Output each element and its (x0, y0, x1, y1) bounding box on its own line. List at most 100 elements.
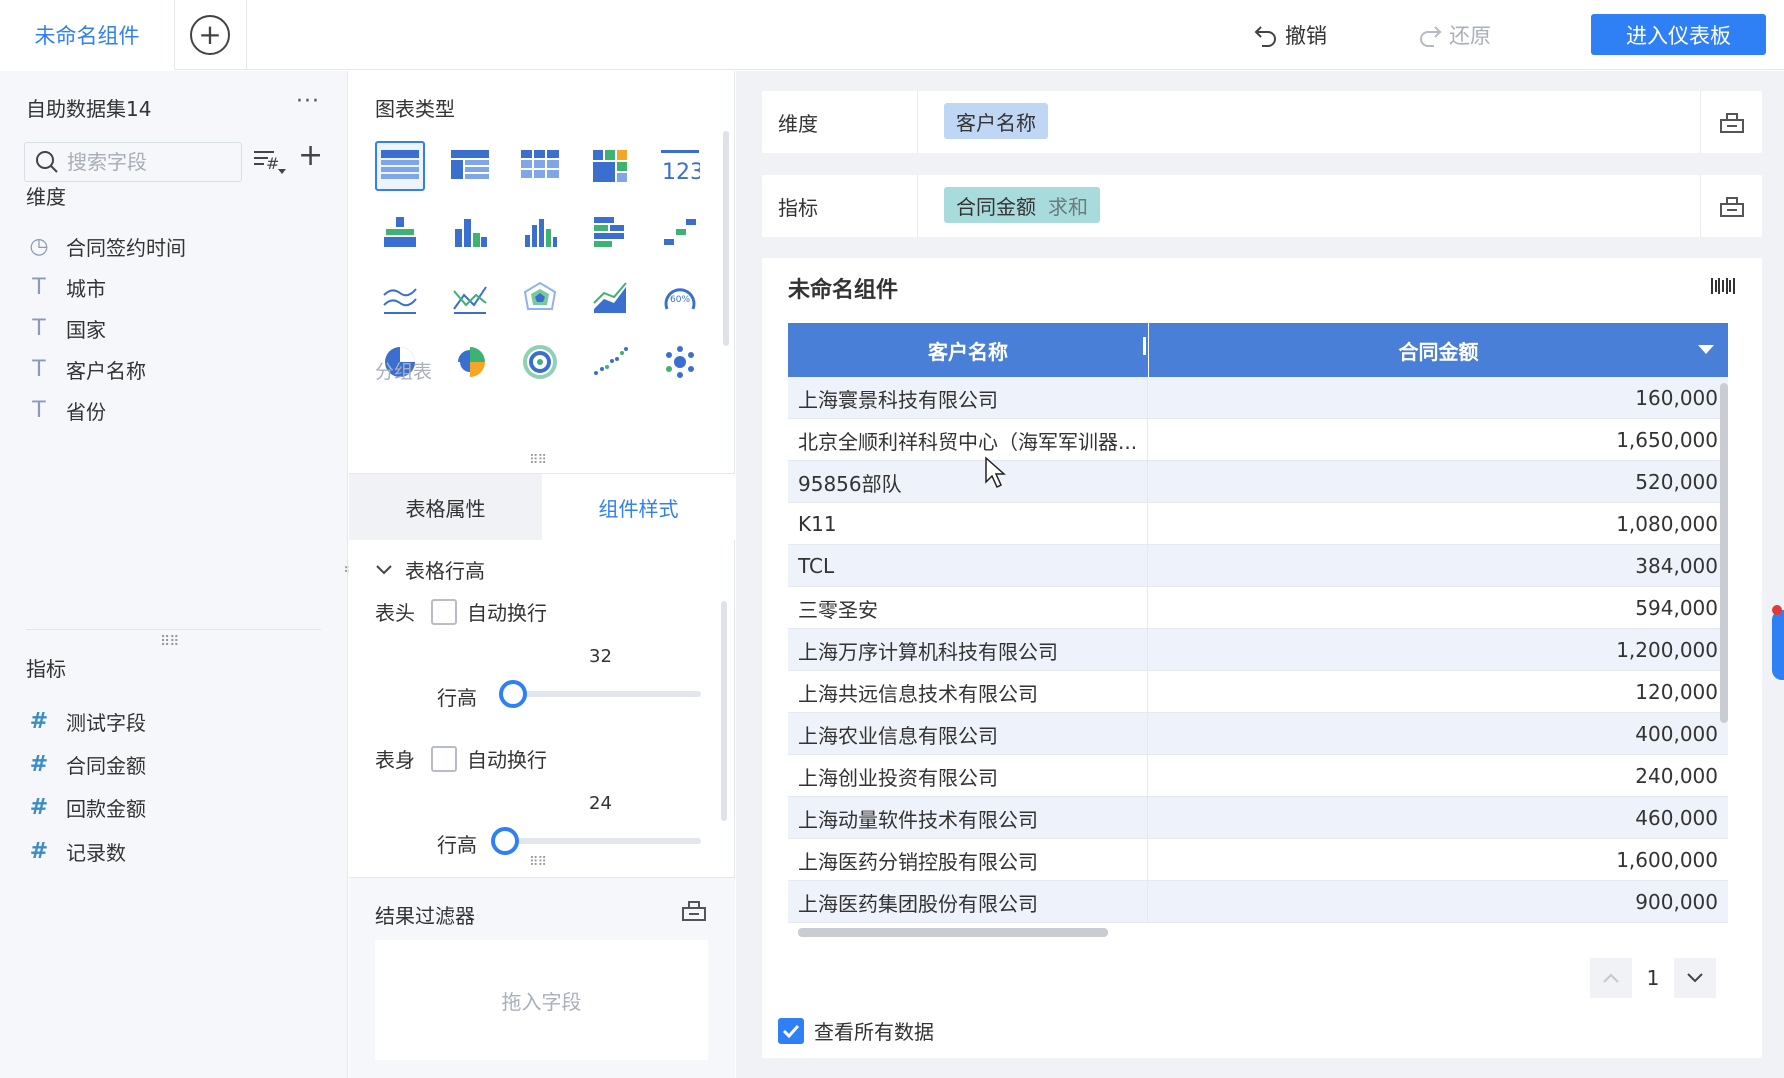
slider-handle[interactable] (491, 827, 519, 855)
undo-button[interactable]: 撤销 (1253, 18, 1327, 52)
table-vertical-scrollbar[interactable] (1720, 383, 1728, 723)
barcode-icon[interactable] (1710, 276, 1736, 300)
kpi-number-chart-icon[interactable]: 123 (655, 141, 705, 191)
slider-handle[interactable] (499, 680, 527, 708)
stacked-bar-chart-icon[interactable] (375, 207, 425, 257)
add-field-icon[interactable]: + (298, 141, 323, 171)
table-row[interactable]: 95856部队 520,000 (788, 461, 1728, 503)
table-row[interactable]: 上海农业信息有限公司 400,000 (788, 713, 1728, 755)
customer-name-cell: 95856部队 (798, 471, 902, 496)
tab-table-properties[interactable]: 表格属性 (349, 474, 542, 540)
resize-handle[interactable]: ⠿⠿ (529, 855, 547, 870)
shelf-settings-icon[interactable] (1700, 91, 1762, 153)
column-divider (1147, 671, 1148, 713)
measure-field[interactable]: # 合同金额 (26, 746, 146, 782)
side-assistant-tab[interactable] (1772, 610, 1784, 680)
resize-handle[interactable]: ⠿⠿ (160, 634, 179, 650)
tab-component-style[interactable]: 组件样式 (542, 474, 735, 540)
style-scrollbar[interactable] (721, 601, 727, 821)
header-row-height-slider[interactable] (501, 691, 701, 697)
next-page-button[interactable] (1674, 958, 1716, 998)
group-table-chart-icon[interactable] (445, 141, 495, 191)
column-resize-icon[interactable] (1143, 337, 1146, 355)
number-type-icon: # (29, 751, 49, 777)
scatter-chart-icon[interactable] (585, 337, 635, 387)
customer-name-cell: 上海医药集团股份有限公司 (798, 891, 1038, 916)
dimension-field[interactable]: T 城市 (26, 269, 106, 305)
header-auto-wrap-row: 表头 自动换行 (375, 597, 547, 626)
gauge-chart-icon[interactable]: 60% (655, 273, 705, 323)
tab-unnamed-component[interactable]: 未命名组件 (0, 0, 175, 70)
dimension-field[interactable]: T 省份 (26, 392, 106, 428)
filter-drop-zone[interactable]: 拖入字段 (375, 940, 708, 1060)
table-row[interactable]: 北京全顺利祥科贸中心（海军军训器... 1,650,000 (788, 419, 1728, 461)
more-icon[interactable]: ··· (296, 89, 320, 114)
table-row[interactable]: 上海医药集团股份有限公司 900,000 (788, 881, 1728, 923)
add-tab-button[interactable]: + (190, 15, 230, 55)
table-row[interactable]: 上海万序计算机科技有限公司 1,200,000 (788, 629, 1728, 671)
row-height-section-header[interactable]: 表格行高 (375, 555, 485, 584)
dimension-field[interactable]: T 国家 (26, 310, 106, 346)
measure-field[interactable]: # 测试字段 (26, 703, 146, 739)
dimension-field[interactable]: T 客户名称 (26, 351, 146, 387)
sort-desc-icon[interactable] (1698, 345, 1714, 354)
table-row[interactable]: TCL 384,000 (788, 545, 1728, 587)
radar-chart-icon[interactable] (515, 273, 565, 323)
column-chart-icon[interactable] (445, 207, 495, 257)
redo-label: 还原 (1449, 24, 1491, 48)
bubble-chart-icon[interactable] (655, 337, 705, 387)
horizontal-bar-chart-icon[interactable] (585, 207, 635, 257)
view-all-checkbox[interactable] (778, 1017, 804, 1044)
table-horizontal-scrollbar[interactable] (798, 928, 1108, 937)
color-table-chart-icon[interactable] (585, 141, 635, 191)
table-row[interactable]: 三零圣安 594,000 (788, 587, 1728, 629)
clock-icon: ◷ (29, 233, 49, 259)
chart-type-scrollbar[interactable] (723, 131, 729, 346)
measure-pill[interactable]: 合同金额 求和 (944, 187, 1100, 223)
cross-table-chart-icon[interactable] (515, 141, 565, 191)
shelf-settings-icon[interactable] (1700, 175, 1762, 237)
column-header-customer[interactable]: 客户名称 (788, 323, 1148, 377)
range-bar-chart-icon[interactable] (655, 207, 705, 257)
table-row[interactable]: 上海寰景科技有限公司 160,000 (788, 377, 1728, 419)
area-chart-icon[interactable] (585, 273, 635, 323)
polyline-chart-icon[interactable] (445, 273, 495, 323)
detail-table-chart-icon[interactable] (375, 141, 425, 191)
enter-dashboard-button[interactable]: 进入仪表板 (1591, 14, 1766, 55)
header-auto-wrap-checkbox[interactable] (431, 598, 457, 625)
filter-settings-icon[interactable] (681, 898, 707, 926)
tab-label: 表格属性 (405, 496, 486, 521)
search-box[interactable] (24, 142, 242, 182)
dimension-field[interactable]: ◷ 合同签约时间 (26, 228, 186, 264)
page-number: 1 (1646, 966, 1660, 990)
sort-fields-icon[interactable]: # (252, 147, 288, 183)
table-row[interactable]: 上海创业投资有限公司 240,000 (788, 755, 1728, 797)
text-type-icon: T (32, 274, 46, 300)
table-row[interactable]: 上海共远信息技术有限公司 120,000 (788, 671, 1728, 713)
rose-pie-chart-icon[interactable] (445, 337, 495, 387)
number-type-icon: # (29, 708, 49, 734)
contract-amount-cell: 1,650,000 (1616, 428, 1718, 452)
dimension-pill[interactable]: 客户名称 (944, 103, 1048, 139)
column-header-amount[interactable]: 合同金额 (1149, 323, 1728, 377)
table-row[interactable]: K11 1,080,000 (788, 503, 1728, 545)
column-divider (1147, 503, 1148, 545)
column-divider (1147, 545, 1148, 587)
pagination: 1 (1590, 958, 1716, 998)
search-input[interactable] (67, 150, 227, 174)
table-row[interactable]: 上海动量软件技术有限公司 460,000 (788, 797, 1728, 839)
body-auto-wrap-checkbox[interactable] (431, 745, 457, 772)
measure-field[interactable]: # 回款金额 (26, 789, 146, 825)
prev-page-button[interactable] (1590, 958, 1632, 998)
view-all-data-toggle[interactable]: 查看所有数据 (778, 1016, 934, 1045)
field-label: 合同签约时间 (66, 235, 186, 260)
resize-handle[interactable]: ⠿⠿ (529, 453, 547, 468)
body-row-height-slider[interactable] (501, 838, 701, 844)
measure-field[interactable]: # 记录数 (26, 833, 126, 869)
svg-text:123: 123 (662, 160, 700, 183)
table-row[interactable]: 上海医药分销控股有限公司 1,600,000 (788, 839, 1728, 881)
line-chart-icon[interactable] (375, 273, 425, 323)
multi-ring-chart-icon[interactable] (515, 337, 565, 387)
redo-button[interactable]: 还原 (1417, 18, 1491, 52)
grouped-column-chart-icon[interactable] (515, 207, 565, 257)
